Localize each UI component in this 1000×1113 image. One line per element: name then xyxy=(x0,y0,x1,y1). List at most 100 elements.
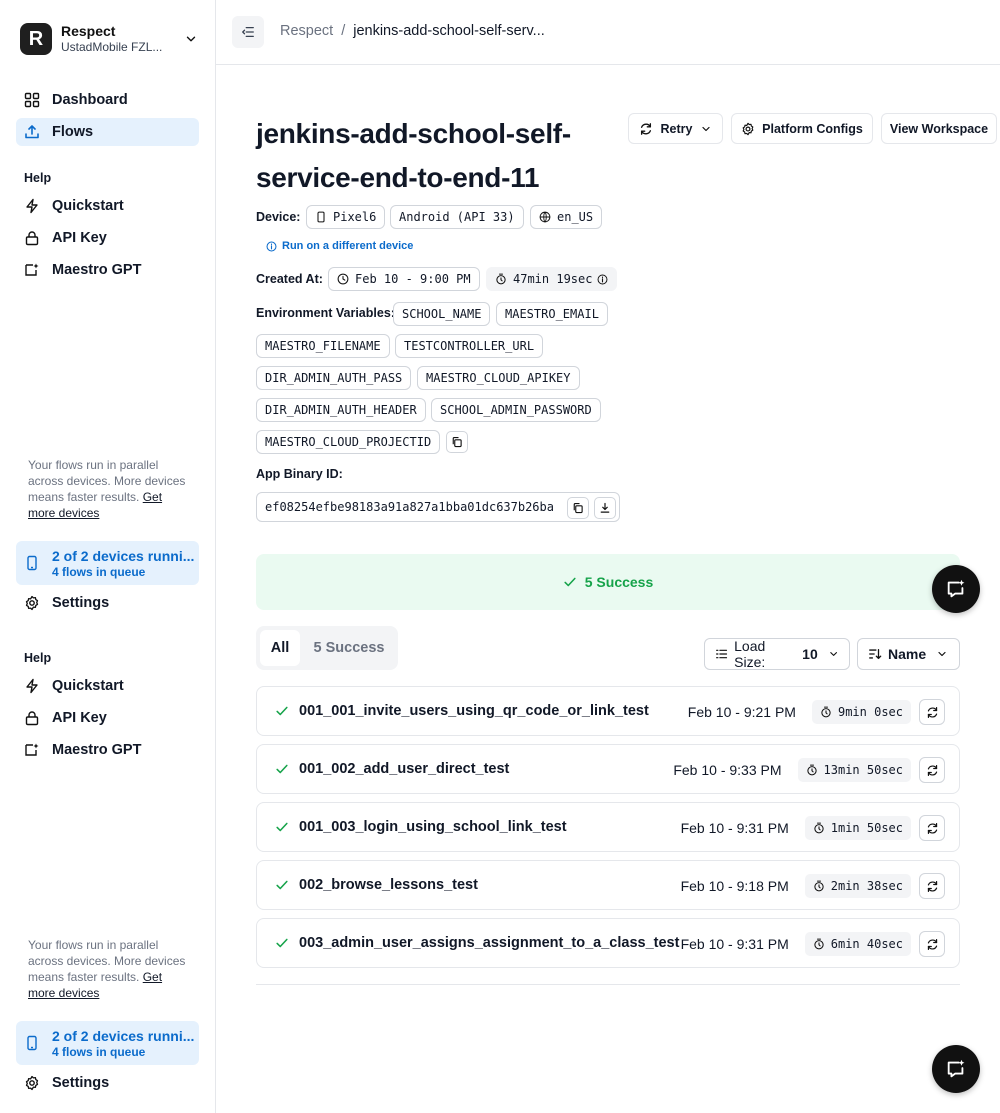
retry-button[interactable]: Retry xyxy=(628,113,723,144)
sidebar-item-label: Quickstart xyxy=(52,198,124,214)
sidebar-item-settings[interactable]: Settings xyxy=(16,1069,199,1097)
sparkle-icon xyxy=(25,263,39,276)
flow-name: 001_003_login_using_school_link_test xyxy=(299,819,567,835)
gear-icon xyxy=(25,595,39,611)
devices-status-queue: 4 flows in queue xyxy=(52,564,146,579)
tab-success[interactable]: 5 Success xyxy=(304,630,394,666)
timer-icon xyxy=(814,822,824,834)
devices-status[interactable]: 2 of 2 devices runni... 4 flows in queue xyxy=(16,1021,199,1065)
refresh-icon xyxy=(927,706,937,718)
info-icon xyxy=(266,241,277,251)
sidebar-item-label: Flows xyxy=(52,124,94,140)
rerun-flow-button[interactable] xyxy=(919,873,945,899)
timer-icon xyxy=(814,938,824,950)
info-icon[interactable] xyxy=(597,274,608,285)
device-name-chip: Pixel6 xyxy=(306,205,386,229)
copy-binary-id-button[interactable] xyxy=(567,497,589,519)
sidebar-item-api-key[interactable]: API Key xyxy=(16,224,199,252)
sidebar-item-maestro-gpt[interactable]: Maestro GPT xyxy=(16,256,199,284)
flow-duration: 6min 40sec xyxy=(804,932,911,956)
sidebar-item-flows[interactable]: Flows xyxy=(16,118,199,146)
chevron-down-icon xyxy=(186,36,196,42)
lock-icon xyxy=(25,711,39,726)
flow-name: 001_002_add_user_direct_test xyxy=(299,761,510,777)
chat-icon xyxy=(947,1059,965,1078)
flow-row[interactable]: 001_001_invite_users_using_qr_code_or_li… xyxy=(256,686,960,736)
collapse-sidebar-button[interactable] xyxy=(232,16,264,48)
chat-assistant-button[interactable] xyxy=(932,1045,980,1093)
rerun-flow-button[interactable] xyxy=(919,757,945,783)
sidebar-item-settings[interactable]: Settings xyxy=(16,589,199,617)
flow-row[interactable]: 001_002_add_user_direct_test Feb 10 - 9:… xyxy=(256,744,960,794)
check-icon xyxy=(276,822,288,832)
gear-icon xyxy=(742,122,754,135)
sidebar: R Respect UstadMobile FZL... Dashboard F… xyxy=(0,0,216,1113)
gear-icon xyxy=(25,1075,39,1091)
app-binary-label: App Binary ID: xyxy=(256,467,343,481)
flow-row[interactable]: 002_browse_lessons_test Feb 10 - 9:18 PM… xyxy=(256,860,960,910)
check-icon xyxy=(276,880,288,890)
sidebar-item-label: API Key xyxy=(52,230,107,246)
flow-duration: 13min 50sec xyxy=(797,758,911,782)
check-icon xyxy=(276,764,288,774)
success-summary-banner[interactable]: 5 Success xyxy=(256,554,960,610)
sort-select[interactable]: Name xyxy=(857,638,960,670)
sidebar-item-quickstart[interactable]: Quickstart xyxy=(16,192,199,220)
chevron-down-icon xyxy=(702,126,711,131)
sidebar-item-label: Settings xyxy=(52,1075,110,1091)
flow-name: 002_browse_lessons_test xyxy=(299,877,478,893)
env-var-chip: MAESTRO_FILENAME xyxy=(256,334,390,358)
devices-status[interactable]: 2 of 2 devices runni... 4 flows in queue xyxy=(16,541,199,585)
breadcrumb-parent[interactable]: Respect xyxy=(280,23,333,39)
sidebar-item-label: Maestro GPT xyxy=(52,262,142,278)
download-binary-button[interactable] xyxy=(594,497,616,519)
copy-icon xyxy=(573,502,583,514)
flow-row[interactable]: 001_003_login_using_school_link_test Feb… xyxy=(256,802,960,852)
devices-promo: Your flows run in parallel across device… xyxy=(28,938,186,1000)
run-different-device-link[interactable]: Run on a different device xyxy=(266,240,413,252)
org-switcher[interactable]: R Respect UstadMobile FZL... xyxy=(20,20,198,58)
env-vars-label: Environment Variables: xyxy=(256,306,395,320)
env-var-chip: MAESTRO_CLOUD_PROJECTID xyxy=(256,430,441,454)
sidebar-item-quickstart[interactable]: Quickstart xyxy=(16,672,199,700)
flow-duration: 1min 50sec xyxy=(804,816,911,840)
env-var-chip: MAESTRO_EMAIL xyxy=(496,302,608,326)
rerun-flow-button[interactable] xyxy=(919,931,945,957)
sidebar-item-api-key[interactable]: API Key xyxy=(16,704,199,732)
flow-date: Feb 10 - 9:21 PM xyxy=(687,704,796,720)
view-workspace-button[interactable]: View Workspace xyxy=(881,113,997,144)
flow-row[interactable]: 003_admin_user_assigns_assignment_to_a_c… xyxy=(256,918,960,968)
sidebar-item-label: API Key xyxy=(52,710,107,726)
flow-date: Feb 10 - 9:33 PM xyxy=(673,762,782,778)
refresh-icon xyxy=(927,822,937,834)
chat-assistant-button[interactable] xyxy=(932,565,980,613)
flow-duration: 2min 38sec xyxy=(804,874,911,898)
total-duration-chip: 47min 19sec xyxy=(486,267,618,291)
devices-status-title: 2 of 2 devices runni... xyxy=(52,1027,195,1044)
rerun-flow-button[interactable] xyxy=(919,815,945,841)
phone-icon xyxy=(27,555,37,571)
bolt-icon xyxy=(26,198,38,214)
created-at-label: Created At: xyxy=(256,272,323,286)
bolt-icon xyxy=(26,678,38,694)
chevron-down-icon xyxy=(830,652,837,656)
sidebar-item-dashboard[interactable]: Dashboard xyxy=(16,86,199,114)
sidebar-item-label: Quickstart xyxy=(52,678,124,694)
sidebar-collapse-icon xyxy=(242,26,254,38)
refresh-icon xyxy=(927,938,937,950)
flow-date: Feb 10 - 9:18 PM xyxy=(680,878,789,894)
env-var-chip: TESTCONTROLLER_URL xyxy=(395,334,544,358)
org-logo: R xyxy=(20,23,52,55)
rerun-flow-button[interactable] xyxy=(919,699,945,725)
platform-configs-button[interactable]: Platform Configs xyxy=(731,113,873,144)
chat-icon xyxy=(947,579,965,598)
sidebar-item-maestro-gpt[interactable]: Maestro GPT xyxy=(16,736,199,764)
devices-status-title: 2 of 2 devices runni... xyxy=(52,547,195,564)
devices-promo: Your flows run in parallel across device… xyxy=(28,458,186,520)
load-size-select[interactable]: Load Size: 10 xyxy=(704,638,850,670)
copy-env-vars-button[interactable] xyxy=(446,431,468,453)
flow-date: Feb 10 - 9:31 PM xyxy=(680,936,789,952)
tab-all[interactable]: All xyxy=(260,630,300,666)
copy-icon xyxy=(452,436,462,448)
phone-icon xyxy=(317,211,325,223)
